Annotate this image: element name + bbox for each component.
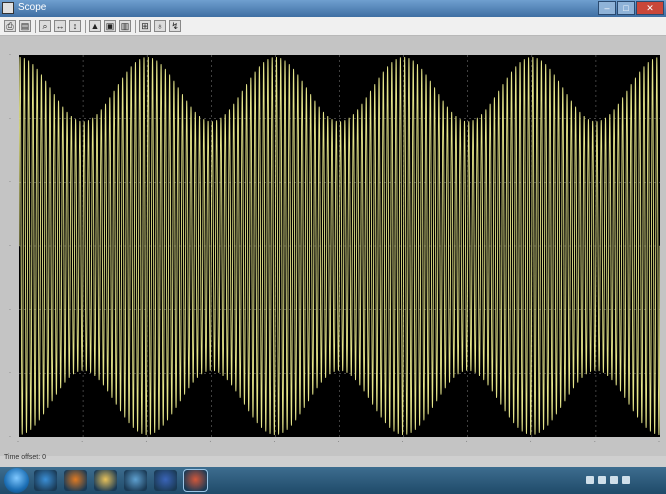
x-tick-mark: · <box>401 439 404 445</box>
scope-toolbar: ⎙ ▤ ⌕ ↔ ↕ ▲ ▣ ▥ ⊞ ♁ ↯ <box>0 17 666 36</box>
scope-axes <box>19 55 660 437</box>
zoom-x-icon[interactable]: ↔ <box>54 20 66 32</box>
save-axes-icon[interactable]: ▣ <box>104 20 116 32</box>
toolbar-separator <box>85 19 86 33</box>
minimize-button[interactable]: – <box>598 1 616 15</box>
volume-icon[interactable] <box>610 476 618 484</box>
zoom-y-icon[interactable]: ↕ <box>69 20 81 32</box>
y-tick-mark: · <box>9 370 11 377</box>
signal-selection-icon[interactable]: ↯ <box>169 20 181 32</box>
y-tick-mark: · <box>9 52 11 58</box>
toolbar-separator <box>35 19 36 33</box>
word-icon[interactable] <box>154 470 177 491</box>
floating-scope-icon[interactable]: ⊞ <box>139 20 151 32</box>
scope-app-icon <box>2 2 14 14</box>
y-tick-mark: · <box>9 115 11 122</box>
x-tick-mark: · <box>465 439 468 445</box>
toolbar-separator <box>135 19 136 33</box>
parameters-icon[interactable]: ▤ <box>19 20 31 32</box>
power-icon[interactable] <box>622 476 630 484</box>
network-icon[interactable] <box>598 476 606 484</box>
x-tick-mark: · <box>529 439 532 445</box>
y-tick-mark: · <box>9 306 11 313</box>
x-tick-mark: · <box>273 439 276 445</box>
flag-icon[interactable] <box>586 476 594 484</box>
matlab-icon[interactable] <box>183 469 208 492</box>
firefox-icon[interactable] <box>64 470 87 491</box>
y-tick-mark: · <box>9 179 11 186</box>
media-icon[interactable] <box>124 470 147 491</box>
y-tick-mark: · <box>9 434 11 440</box>
autoscale-icon[interactable]: ▲ <box>89 20 101 32</box>
zoom-icon[interactable]: ⌕ <box>39 20 51 32</box>
signal-trace <box>19 57 660 435</box>
x-tick-mark: · <box>209 439 212 445</box>
explorer-icon[interactable] <box>94 470 117 491</box>
window-title: Scope <box>18 2 47 13</box>
x-tick-mark: · <box>658 439 660 445</box>
close-button[interactable]: ✕ <box>636 1 664 15</box>
status-text: Time offset: 0 <box>4 454 47 461</box>
x-tick-mark: · <box>81 439 84 445</box>
system-tray <box>578 467 666 494</box>
y-tick-mark: · <box>9 243 11 249</box>
x-tick-mark: · <box>17 439 19 445</box>
taskbar <box>0 467 666 494</box>
maximize-button[interactable]: □ <box>617 1 635 15</box>
window-controls: – □ ✕ <box>597 1 664 16</box>
print-icon[interactable]: ⎙ <box>4 20 16 32</box>
ie-icon[interactable] <box>34 470 57 491</box>
start-button[interactable] <box>4 468 29 493</box>
lock-axes-icon[interactable]: ♁ <box>154 20 166 32</box>
restore-axes-icon[interactable]: ▥ <box>119 20 131 32</box>
title-bar: Scope – □ ✕ <box>0 0 666 17</box>
x-tick-mark: · <box>145 439 148 445</box>
x-tick-mark: · <box>593 439 596 445</box>
x-tick-mark: · <box>337 439 340 445</box>
